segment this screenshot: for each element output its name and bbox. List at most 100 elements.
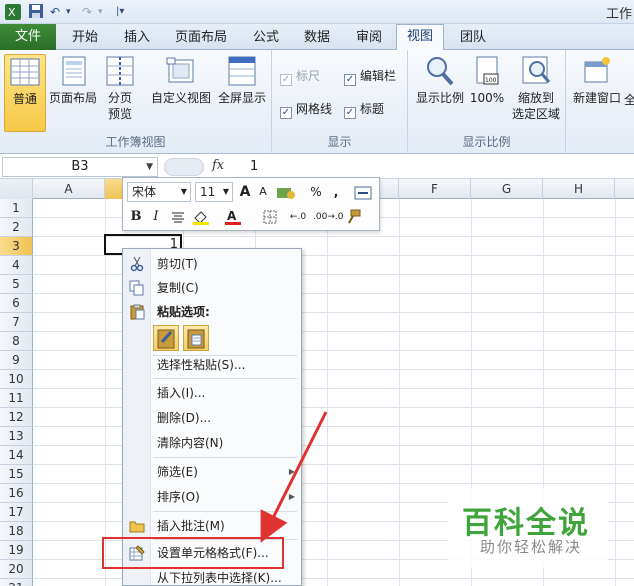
shrink-font-button[interactable]: A <box>255 182 271 202</box>
undo-icon[interactable]: ↶ <box>50 3 60 21</box>
format-painter-table-button[interactable] <box>351 182 375 202</box>
row-header-18[interactable]: 18 <box>0 522 33 541</box>
menu-item-copy[interactable]: 复制(C) <box>123 277 301 299</box>
bold-button[interactable]: B <box>127 207 145 227</box>
ruler-checkbox[interactable]: ✓ 标尺 <box>280 68 320 86</box>
row-header-2[interactable]: 2 <box>0 218 33 237</box>
svg-text:X: X <box>8 6 16 19</box>
name-box-dropdown-icon[interactable]: ▼ <box>146 158 153 176</box>
select-all-corner[interactable] <box>0 179 33 199</box>
grow-font-button[interactable]: A <box>237 182 253 202</box>
menu-item-delete-label: 删除(D)... <box>157 411 212 425</box>
name-box[interactable]: B3 ▼ <box>2 157 158 177</box>
full-screen-button[interactable]: 全屏显示 <box>214 54 270 106</box>
tab-file[interactable]: 文件 <box>0 24 56 50</box>
font-color-button[interactable]: A <box>223 207 247 227</box>
redo-dropdown-icon[interactable]: ▾ <box>98 3 103 21</box>
normal-view-button[interactable]: 普通 <box>4 54 46 132</box>
window-more-label[interactable]: 全 <box>624 92 634 108</box>
borders-button[interactable] <box>259 207 281 227</box>
row-header-6[interactable]: 6 <box>0 294 33 313</box>
menu-item-cut[interactable]: 剪切(T) <box>123 253 301 275</box>
tab-page-layout[interactable]: 页面布局 <box>166 26 236 50</box>
increase-decimal-button[interactable]: ←.0 <box>287 207 309 227</box>
row-header-20[interactable]: 20 <box>0 560 33 579</box>
format-painter-button[interactable] <box>343 207 363 227</box>
row-header-11[interactable]: 11 <box>0 389 33 408</box>
menu-item-insert[interactable]: 插入(I)... <box>123 382 301 404</box>
paste-button[interactable] <box>153 325 179 351</box>
page-layout-view-button[interactable]: 页面布局 <box>48 54 98 106</box>
row-header-14[interactable]: 14 <box>0 446 33 465</box>
menu-item-insert-label: 插入(I)... <box>157 386 206 400</box>
tab-data[interactable]: 数据 <box>294 26 340 50</box>
italic-button[interactable]: I <box>147 207 165 227</box>
comma-style-button[interactable]: , <box>327 182 345 202</box>
tab-view[interactable]: 视图 <box>396 24 444 50</box>
row-header-4[interactable]: 4 <box>0 256 33 275</box>
column-header-f[interactable]: F <box>399 179 471 199</box>
font-name-dropdown[interactable]: 宋体 ▼ <box>127 182 191 202</box>
menu-item-insert-comment[interactable]: 插入批注(M) <box>123 515 301 537</box>
group-show: ✓ 标尺 ✓ 编辑栏 ✓ 网格线 ✓ 标题 显示 <box>272 50 408 154</box>
font-name-dropdown-icon: ▼ <box>180 187 187 196</box>
gridlines-label: 网格线 <box>296 102 333 116</box>
row-header-13[interactable]: 13 <box>0 427 33 446</box>
zoom-button[interactable]: 显示比例 <box>412 54 468 106</box>
paste-values-button[interactable] <box>183 325 209 351</box>
undo-dropdown-icon[interactable]: ▾ <box>66 3 71 21</box>
formula-input[interactable]: 1 <box>250 159 258 174</box>
tab-insert[interactable]: 插入 <box>114 26 160 50</box>
menu-item-pick-from-list[interactable]: 从下拉列表中选择(K)... <box>123 567 301 586</box>
tab-formulas[interactable]: 公式 <box>244 26 288 50</box>
formula-bar-checkbox[interactable]: ✓ 编辑栏 <box>344 68 396 86</box>
row-header-15[interactable]: 15 <box>0 465 33 484</box>
zoom-100-button[interactable]: 100 100% <box>468 54 506 106</box>
row-header-19[interactable]: 19 <box>0 541 33 560</box>
menu-item-filter[interactable]: 筛选(E) ▶ <box>123 461 301 483</box>
row-header-17[interactable]: 17 <box>0 503 33 522</box>
row-header-3[interactable]: 3 <box>0 237 33 256</box>
tab-team[interactable]: 团队 <box>450 26 496 50</box>
formula-bar-resize-handle[interactable] <box>164 158 204 176</box>
row-header-16[interactable]: 16 <box>0 484 33 503</box>
save-icon[interactable] <box>28 3 44 21</box>
custom-views-button[interactable]: 自定义视图 <box>148 54 214 106</box>
zoom-100-label: 100% <box>469 91 505 105</box>
row-header-7[interactable]: 7 <box>0 313 33 332</box>
percent-style-button[interactable]: % <box>307 182 325 202</box>
scissors-icon <box>130 256 144 272</box>
row-header-1[interactable]: 1 <box>0 199 33 218</box>
row-header-8[interactable]: 8 <box>0 332 33 351</box>
decrease-decimal-button[interactable]: .00→.0 <box>313 207 343 227</box>
new-window-label: 新建窗口 <box>572 91 621 105</box>
new-window-button[interactable]: 新建窗口 <box>570 54 624 106</box>
customize-qat-icon[interactable]: |▾ <box>116 3 124 21</box>
mini-toolbar: 宋体 ▼ 11 ▼ A A % , B I A ←.0 .00→.0 <box>122 177 380 231</box>
headings-checkbox[interactable]: ✓ 标题 <box>344 101 384 119</box>
zoom-to-selection-button[interactable]: 缩放到 选定区域 <box>508 54 564 122</box>
gridlines-checkbox[interactable]: ✓ 网格线 <box>280 101 332 119</box>
accounting-format-button[interactable] <box>275 182 299 202</box>
center-align-button[interactable] <box>169 207 187 227</box>
row-header-5[interactable]: 5 <box>0 275 33 294</box>
font-size-dropdown[interactable]: 11 ▼ <box>195 182 233 202</box>
insert-function-icon[interactable]: fx <box>212 158 224 173</box>
row-header-10[interactable]: 10 <box>0 370 33 389</box>
formula-bar-check-icon: ✓ <box>344 74 356 86</box>
column-header-a[interactable]: A <box>33 179 105 199</box>
fill-color-button[interactable] <box>191 207 215 227</box>
menu-item-paste-special[interactable]: 选择性粘贴(S)... <box>123 354 301 376</box>
menu-item-clear-contents[interactable]: 清除内容(N) <box>123 432 301 454</box>
tab-review[interactable]: 审阅 <box>346 26 392 50</box>
menu-item-sort[interactable]: 排序(O) ▶ <box>123 486 301 508</box>
row-header-12[interactable]: 12 <box>0 408 33 427</box>
redo-icon[interactable]: ↷ <box>82 3 92 21</box>
page-break-preview-button[interactable]: 分页 预览 <box>100 54 140 122</box>
tab-home[interactable]: 开始 <box>62 26 108 50</box>
row-header-21[interactable]: 21 <box>0 579 33 586</box>
column-header-h[interactable]: H <box>543 179 615 199</box>
column-header-g[interactable]: G <box>471 179 543 199</box>
row-header-9[interactable]: 9 <box>0 351 33 370</box>
menu-item-delete[interactable]: 删除(D)... <box>123 407 301 429</box>
